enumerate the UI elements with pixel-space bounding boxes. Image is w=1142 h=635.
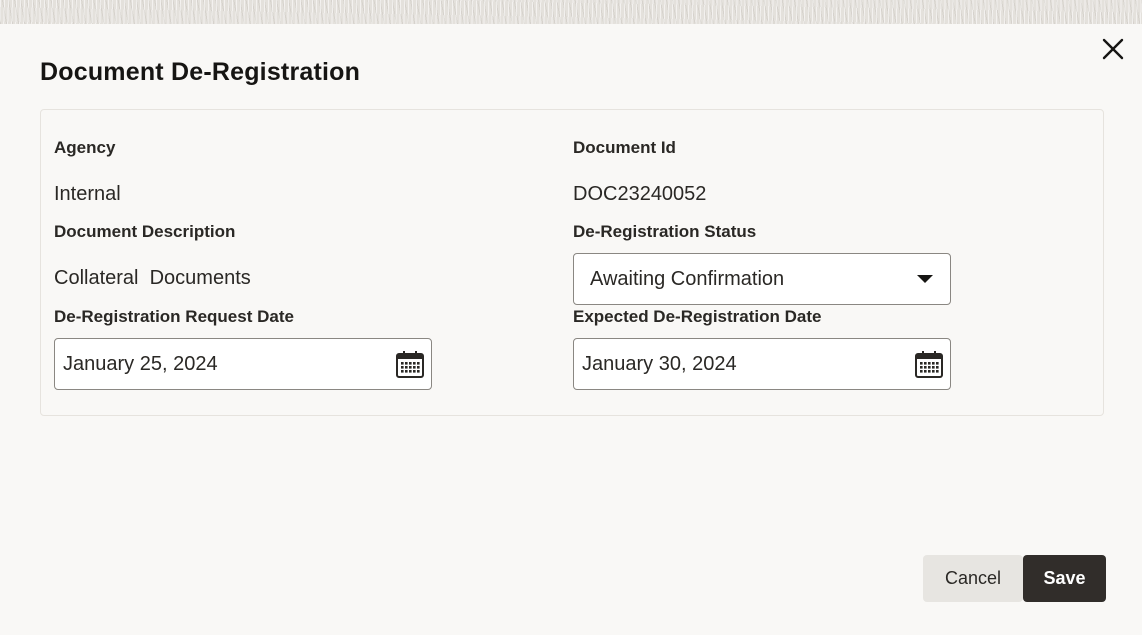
- close-icon: [1102, 38, 1124, 60]
- document-description-label: Document Description: [54, 222, 236, 241]
- document-description-value: Collateral Documents: [54, 267, 251, 289]
- calendar-icon[interactable]: [914, 349, 944, 379]
- chevron-down-icon[interactable]: [917, 275, 933, 283]
- dialog-title: Document De-Registration: [40, 58, 361, 86]
- expected-date-input[interactable]: January 30, 2024: [573, 338, 951, 390]
- close-button[interactable]: [1100, 36, 1126, 62]
- page-backdrop: [0, 0, 1142, 24]
- cancel-button[interactable]: Cancel: [923, 555, 1023, 602]
- expected-date-label: Expected De-Registration Date: [573, 307, 822, 326]
- request-date-label: De-Registration Request Date: [54, 307, 294, 326]
- deregistration-status-selected: Awaiting Confirmation: [590, 267, 785, 290]
- save-button[interactable]: Save: [1023, 555, 1106, 602]
- request-date-value: January 25, 2024: [63, 352, 218, 375]
- request-date-input[interactable]: January 25, 2024: [54, 338, 432, 390]
- calendar-icon[interactable]: [395, 349, 425, 379]
- agency-value: Internal: [54, 183, 121, 205]
- document-id-label: Document Id: [573, 138, 676, 157]
- deregistration-status-select[interactable]: Awaiting Confirmation: [573, 253, 951, 305]
- agency-label: Agency: [54, 138, 116, 157]
- document-id-value: DOC23240052: [573, 183, 707, 205]
- expected-date-value: January 30, 2024: [582, 352, 737, 375]
- deregistration-status-label: De-Registration Status: [573, 222, 757, 241]
